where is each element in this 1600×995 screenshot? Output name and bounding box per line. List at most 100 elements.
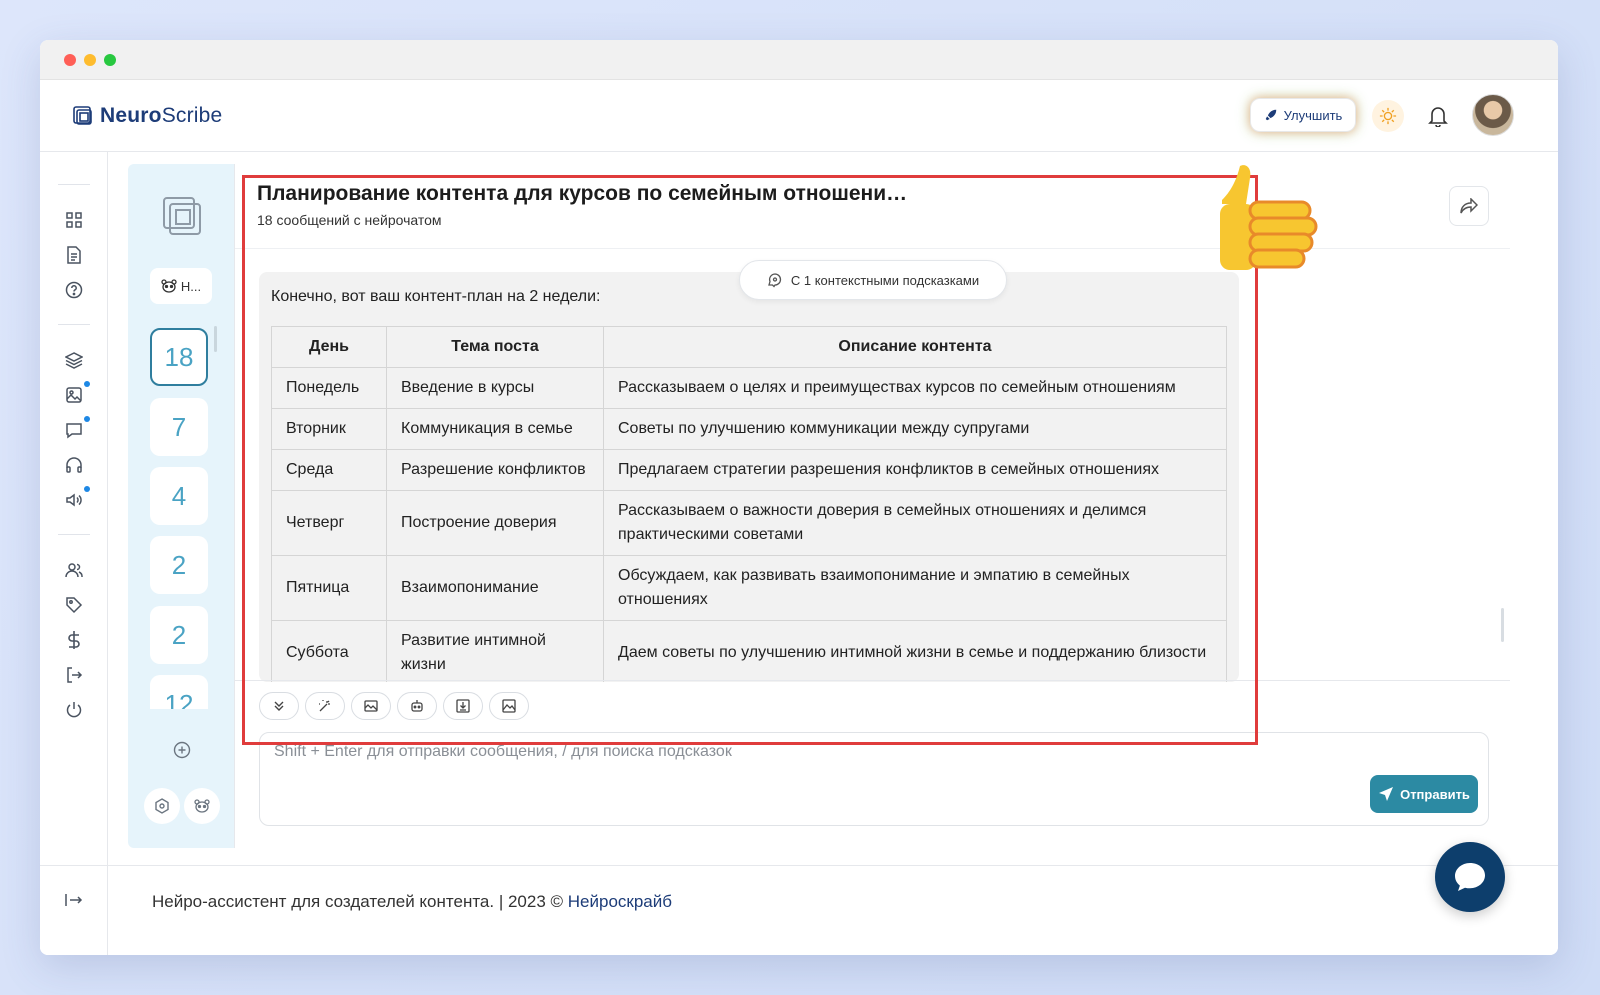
nav-images[interactable] bbox=[64, 381, 90, 405]
document-icon bbox=[67, 246, 81, 264]
settings-button[interactable] bbox=[144, 788, 180, 824]
left-navigation bbox=[40, 152, 108, 955]
footer-link[interactable]: Нейроскрайб bbox=[568, 892, 672, 911]
brand-name: NeuroScribe bbox=[100, 104, 223, 127]
template-icon bbox=[364, 700, 378, 712]
day-cell: Понедель bbox=[271, 367, 387, 409]
context-hints-pill[interactable]: С 1 контекстными подсказками bbox=[739, 260, 1007, 300]
conversation-list-clip: 12 bbox=[150, 675, 208, 709]
app-window: NeuroScribe Улучшить Н... 18 7 4 2 2 12 … bbox=[40, 40, 1558, 955]
conversation-sidebar: Н... 18 7 4 2 2 12 bbox=[128, 164, 234, 848]
nav-help[interactable] bbox=[64, 280, 84, 300]
message-input[interactable] bbox=[274, 743, 1354, 761]
scrollbar[interactable] bbox=[214, 326, 217, 352]
topic-cell: Введение в курсы bbox=[386, 367, 604, 409]
arrow-to-right-icon bbox=[65, 894, 83, 906]
collapse-sidebar-button[interactable] bbox=[64, 890, 84, 910]
footer-text: Нейро-ассистент для создателей контента.… bbox=[152, 892, 672, 912]
minimize-window-button[interactable] bbox=[84, 54, 96, 66]
nav-divider bbox=[58, 184, 90, 185]
assistant-chip[interactable]: Н... bbox=[150, 268, 212, 304]
image-generate-button[interactable] bbox=[489, 692, 529, 720]
conversation-item[interactable]: 12 bbox=[150, 675, 208, 709]
chat-scrollbar[interactable] bbox=[1501, 608, 1504, 642]
download-button[interactable] bbox=[443, 692, 483, 720]
content-plan-table: День Тема поста Описание контента Понеде… bbox=[271, 326, 1227, 682]
nav-dashboard[interactable] bbox=[64, 210, 84, 230]
nav-layers[interactable] bbox=[64, 350, 84, 370]
notification-dot bbox=[84, 381, 90, 387]
description-cell: Обсуждаем, как развивать взаимопонимание… bbox=[603, 555, 1227, 621]
download-icon bbox=[456, 699, 470, 713]
support-chat-button[interactable] bbox=[1435, 842, 1505, 912]
brand-logo[interactable]: NeuroScribe bbox=[72, 102, 222, 130]
description-cell: Рассказываем о важности доверия в семейн… bbox=[603, 490, 1227, 556]
table-row: Вторник Коммуникация в семье Советы по у… bbox=[271, 408, 1227, 450]
chat-subtitle: 18 сообщений с нейрочатом bbox=[257, 212, 442, 228]
assistant-button[interactable] bbox=[184, 788, 220, 824]
topic-cell: Построение доверия bbox=[386, 490, 604, 556]
template-button[interactable] bbox=[351, 692, 391, 720]
theme-toggle-button[interactable] bbox=[1372, 100, 1404, 132]
day-cell: Вторник bbox=[271, 408, 387, 450]
layers-icon bbox=[65, 352, 83, 369]
magic-button[interactable] bbox=[305, 692, 345, 720]
table-header-row: День Тема поста Описание контента bbox=[271, 326, 1227, 368]
new-conversation-button[interactable] bbox=[164, 732, 200, 768]
column-header: День bbox=[271, 326, 387, 368]
nav-audio[interactable] bbox=[64, 455, 84, 475]
users-icon bbox=[65, 563, 83, 578]
send-icon bbox=[1379, 787, 1394, 801]
chat-title: Планирование контента для курсов по семе… bbox=[257, 182, 908, 205]
conversation-item[interactable]: 2 bbox=[150, 536, 208, 594]
nav-documents[interactable] bbox=[64, 245, 84, 265]
upgrade-button[interactable]: Улучшить bbox=[1250, 98, 1356, 132]
share-icon bbox=[1460, 198, 1478, 214]
description-cell: Даем советы по улучшению интимной жизни … bbox=[603, 620, 1227, 682]
nav-divider bbox=[58, 324, 90, 325]
thumbs-up-icon bbox=[1220, 165, 1318, 270]
scroll-down-button[interactable] bbox=[259, 692, 299, 720]
table-row: Понедель Введение в курсы Рассказываем о… bbox=[271, 367, 1227, 409]
footer-copyright: Нейро-ассистент для создателей контента.… bbox=[152, 892, 568, 911]
nav-power[interactable] bbox=[64, 700, 84, 720]
nav-logout[interactable] bbox=[64, 665, 84, 685]
message-intro: Конечно, вот ваш контент-план на 2 недел… bbox=[271, 288, 601, 305]
topic-cell: Развитие интимной жизни bbox=[386, 620, 604, 682]
share-button[interactable] bbox=[1449, 186, 1489, 226]
panda-icon bbox=[194, 799, 210, 813]
user-avatar[interactable] bbox=[1472, 94, 1514, 136]
bot-button[interactable] bbox=[397, 692, 437, 720]
bell-icon bbox=[1428, 107, 1448, 127]
day-cell: Суббота bbox=[271, 620, 387, 682]
column-header: Тема поста bbox=[386, 326, 604, 368]
send-label: Отправить bbox=[1400, 786, 1470, 802]
help-icon bbox=[65, 281, 83, 299]
send-button[interactable]: Отправить bbox=[1370, 775, 1478, 813]
nav-voice[interactable] bbox=[64, 486, 90, 510]
chevrons-down-icon bbox=[274, 701, 284, 711]
maximize-window-button[interactable] bbox=[104, 54, 116, 66]
settings-icon bbox=[155, 798, 169, 814]
nav-billing[interactable] bbox=[64, 630, 84, 650]
rocket-icon bbox=[1265, 109, 1276, 121]
close-window-button[interactable] bbox=[64, 54, 76, 66]
context-hints-label: С 1 контекстными подсказками bbox=[790, 272, 980, 288]
nav-users[interactable] bbox=[64, 560, 84, 580]
message-composer: Отправить bbox=[259, 732, 1489, 826]
logout-icon bbox=[67, 667, 83, 683]
conversation-item[interactable]: 7 bbox=[150, 398, 208, 456]
description-cell: Советы по улучшению коммуникации между с… bbox=[603, 408, 1227, 450]
assistant-chip-label: Н... bbox=[180, 278, 202, 294]
upgrade-label: Улучшить bbox=[1283, 107, 1343, 123]
conversation-item[interactable]: 2 bbox=[150, 606, 208, 664]
conversation-item[interactable]: 18 bbox=[150, 328, 208, 386]
notifications-button[interactable] bbox=[1424, 102, 1452, 130]
conversation-item[interactable]: 4 bbox=[150, 467, 208, 525]
column-header: Описание контента bbox=[603, 326, 1227, 368]
speaker-icon bbox=[66, 493, 82, 507]
nav-tags[interactable] bbox=[64, 595, 84, 615]
toolbar-divider bbox=[235, 680, 1510, 681]
nav-chat[interactable] bbox=[64, 416, 90, 440]
image-gen-icon bbox=[502, 699, 516, 713]
